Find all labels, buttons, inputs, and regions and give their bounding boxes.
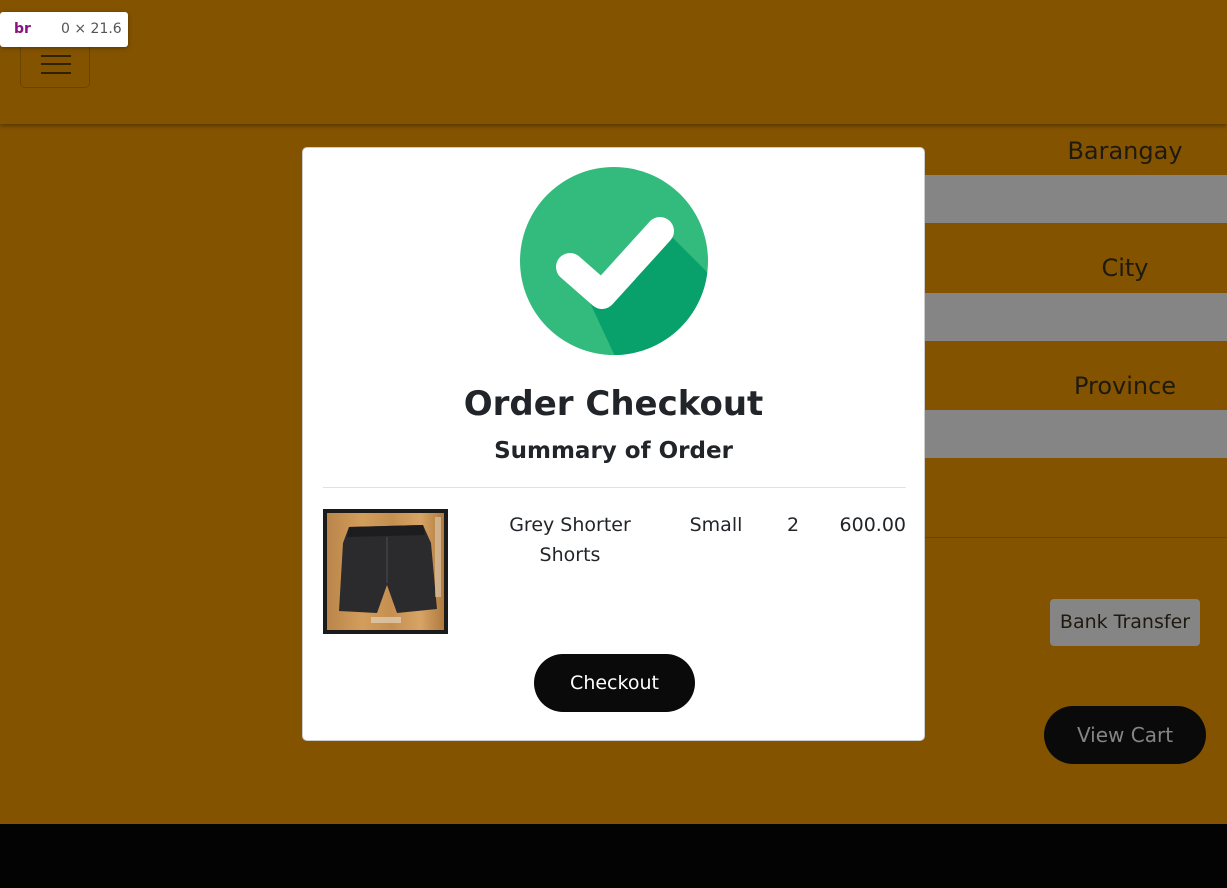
form-divider bbox=[924, 537, 1227, 538]
city-label: City bbox=[1101, 254, 1149, 282]
modal-title: Order Checkout bbox=[463, 384, 764, 424]
top-navbar bbox=[0, 0, 1227, 124]
city-input[interactable] bbox=[924, 293, 1227, 341]
province-label: Province bbox=[1073, 372, 1177, 400]
order-item-name: Grey Shorter Shorts bbox=[509, 514, 631, 566]
checkout-button[interactable]: Checkout bbox=[534, 654, 695, 712]
bank-transfer-button[interactable]: Bank Transfer bbox=[1050, 599, 1200, 646]
hamburger-bar bbox=[41, 72, 71, 74]
order-item-quantity: 2 bbox=[786, 514, 800, 536]
modal-subtitle: Summary of Order bbox=[494, 438, 733, 464]
tooltip-tag-name: br bbox=[14, 21, 31, 37]
tooltip-dimensions: 0 × 21.6 bbox=[61, 21, 122, 37]
page: br 0 × 21.6 Barangay City Province Bank … bbox=[0, 0, 1227, 888]
view-cart-button[interactable]: View Cart bbox=[1044, 706, 1206, 764]
check-circle-icon bbox=[520, 167, 708, 355]
product-thumbnail bbox=[323, 509, 448, 634]
order-item-size: Small bbox=[689, 514, 743, 536]
hamburger-bar bbox=[41, 55, 71, 57]
barangay-label: Barangay bbox=[1067, 137, 1183, 165]
hamburger-bar bbox=[41, 63, 71, 65]
page-footer bbox=[0, 824, 1227, 888]
devtools-element-tooltip: br 0 × 21.6 bbox=[0, 12, 128, 47]
shorts-image-icon bbox=[339, 517, 441, 623]
barangay-input[interactable] bbox=[924, 175, 1227, 223]
modal-divider bbox=[323, 487, 906, 488]
province-input[interactable] bbox=[924, 410, 1227, 458]
order-checkout-modal: Order Checkout Summary of Order Grey Sho… bbox=[302, 147, 925, 741]
order-item-price: 600.00 bbox=[839, 514, 906, 536]
